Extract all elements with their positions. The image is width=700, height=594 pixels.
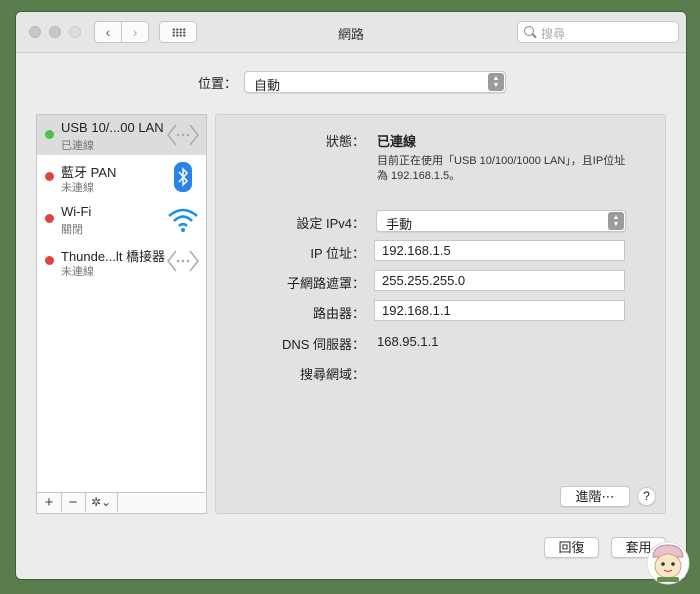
thunderbolt-bridge-icon	[167, 250, 199, 272]
status-dot-red	[45, 214, 54, 223]
service-list: USB 10/...00 LAN 已連線 藍牙 PAN 未連線 Wi-Fi 關閉	[36, 114, 207, 514]
bluetooth-icon	[174, 162, 192, 192]
status-dot-red	[45, 172, 54, 181]
remove-service-button[interactable]: −	[61, 493, 86, 512]
service-item-usb-lan[interactable]: USB 10/...00 LAN 已連線	[37, 115, 206, 155]
ipv4-config-popup[interactable]: 手動 ▲ ▼	[376, 210, 626, 232]
advanced-button[interactable]: 進階⋯	[560, 486, 630, 507]
subnet-mask-value: 255.255.255.0	[382, 273, 466, 288]
add-service-button[interactable]: +	[37, 493, 62, 512]
service-status: 已連線	[61, 140, 94, 152]
service-status: 未連線	[61, 266, 94, 278]
status-dot-green	[45, 130, 54, 139]
ip-address-field[interactable]: 192.168.1.5	[374, 240, 625, 261]
title-bar: ‹ › 網路 搜尋	[16, 12, 686, 53]
up-down-arrows-icon: ▲ ▼	[488, 73, 504, 91]
up-down-arrows-icon: ▲ ▼	[608, 212, 624, 230]
ip-address-value: 192.168.1.5	[382, 243, 451, 258]
service-item-wifi[interactable]: Wi-Fi 關閉	[37, 199, 206, 239]
dns-server-label: DNS 伺服器：	[281, 337, 365, 352]
status-value: 已連線	[377, 134, 417, 149]
service-name: USB 10/...00 LAN	[61, 120, 164, 135]
search-input[interactable]: 搜尋	[517, 21, 679, 43]
subnet-mask-label: 子網路遮罩：	[286, 276, 365, 291]
router-field[interactable]: 192.168.1.1	[374, 300, 625, 321]
search-placeholder: 搜尋	[541, 27, 566, 41]
status-dot-red	[45, 256, 54, 265]
location-popup[interactable]: 自動 ▲ ▼	[244, 71, 506, 93]
dns-server-value: 168.95.1.1	[377, 334, 439, 349]
service-status: 未連線	[61, 182, 94, 194]
help-button[interactable]: ?	[637, 487, 656, 506]
location-value: 自動	[254, 78, 281, 93]
ipv4-config-label: 設定 IPv4：	[296, 216, 365, 231]
location-label: 位置：	[198, 76, 238, 91]
service-item-thunderbolt-bridge[interactable]: Thunde...lt 橋接器 未連線	[37, 241, 206, 281]
service-item-bluetooth-pan[interactable]: 藍牙 PAN 未連線	[37, 157, 206, 197]
ip-address-label: IP 位址：	[310, 246, 365, 261]
search-icon	[524, 26, 534, 36]
router-value: 192.168.1.1	[382, 303, 451, 318]
status-label: 狀態：	[325, 134, 365, 149]
action-gear-button[interactable]: ✲⌄	[85, 493, 118, 512]
search-domains-label: 搜尋網域：	[299, 367, 365, 382]
subnet-mask-field[interactable]: 255.255.255.0	[374, 270, 625, 291]
revert-button[interactable]: 回復	[544, 537, 599, 558]
wifi-icon	[168, 208, 198, 232]
service-name: Wi-Fi	[61, 204, 92, 219]
status-description: 目前正在使用「USB 10/100/1000 LAN」，且IP位址為 192.1…	[377, 155, 626, 182]
service-detail-panel: 狀態： 已連線 目前正在使用「USB 10/100/1000 LAN」，且IP位…	[215, 114, 666, 514]
service-list-toolbar: + − ✲⌄	[37, 492, 206, 513]
mascot-logo-icon	[646, 541, 690, 585]
router-label: 路由器：	[312, 306, 365, 321]
service-status: 關閉	[61, 224, 83, 236]
ethernet-icon	[167, 124, 199, 146]
ipv4-config-value: 手動	[386, 217, 413, 232]
network-preferences-window: ‹ › 網路 搜尋 位置： 自動 ▲ ▼ USB 10/...00 LAN 已連線…	[16, 12, 686, 579]
